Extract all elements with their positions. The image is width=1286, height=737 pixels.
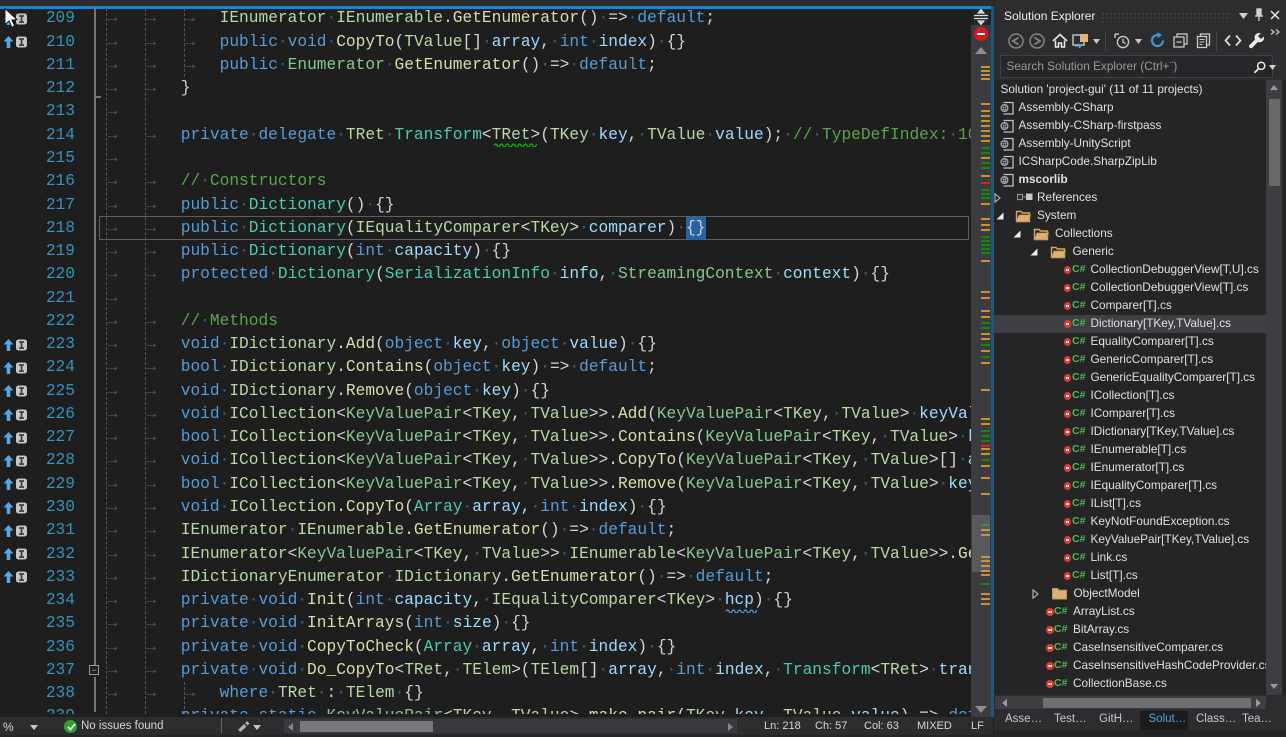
svg-text:#: # [1002, 176, 1007, 185]
svg-text:#: # [1002, 122, 1007, 131]
svg-text:#: # [1002, 140, 1007, 149]
svg-text:#: # [1002, 158, 1007, 167]
svg-text:#: # [1002, 104, 1007, 113]
